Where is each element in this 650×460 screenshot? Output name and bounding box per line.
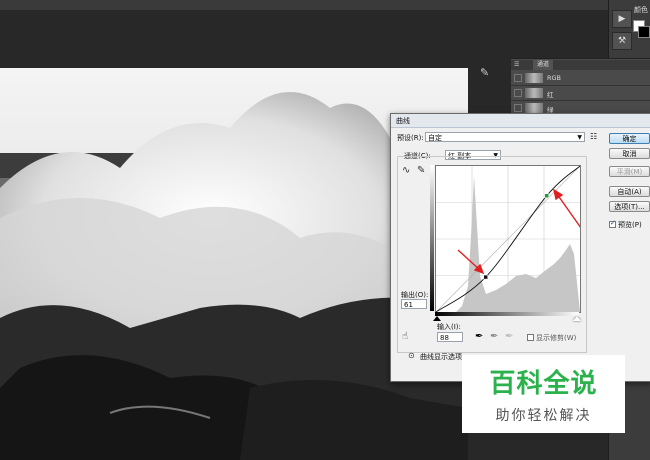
input-gradient-bar xyxy=(435,312,579,316)
watermark-subtitle: 助你轻松解决 xyxy=(495,408,592,424)
preset-label: 预设(R): xyxy=(397,134,424,142)
visibility-icon[interactable] xyxy=(514,104,522,112)
white-point-slider[interactable] xyxy=(573,316,581,321)
tool-icon[interactable]: ⚒ xyxy=(612,32,632,50)
input-field[interactable]: 88 xyxy=(437,332,463,342)
black-eyedropper-icon[interactable]: ✒ xyxy=(475,331,483,342)
expand-icon[interactable]: ⊙ xyxy=(408,351,415,360)
eyedropper-icon[interactable]: ✎ xyxy=(480,66,489,79)
channel-row-rgb[interactable]: RGB xyxy=(511,71,650,86)
black-point-slider[interactable] xyxy=(433,316,441,321)
curve-control-point[interactable] xyxy=(483,274,488,280)
background-swatch[interactable] xyxy=(638,26,650,38)
channel-label: RGB xyxy=(547,74,562,82)
visibility-icon[interactable] xyxy=(514,89,522,97)
white-eyedropper-icon[interactable]: ✒ xyxy=(505,331,513,342)
watermark-title: 百科全说 xyxy=(489,369,598,399)
options-button[interactable]: 选项(T)... xyxy=(609,201,650,212)
play-icon[interactable]: ▶ xyxy=(612,10,632,28)
dialog-title: 曲线 xyxy=(396,117,410,125)
ok-button[interactable]: 确定 xyxy=(609,133,650,144)
gray-eyedropper-icon[interactable]: ✒ xyxy=(490,331,498,342)
auto-button[interactable]: 自动(A) xyxy=(609,186,650,197)
curves-graph[interactable] xyxy=(435,165,582,313)
tab-channels[interactable]: 通道 xyxy=(533,60,553,70)
panel-menu-icon[interactable]: ☰ xyxy=(514,61,519,68)
pencil-icon[interactable]: ✎ xyxy=(417,165,425,176)
preset-value: 自定 xyxy=(428,134,442,142)
smooth-button[interactable]: 平滑(M) xyxy=(609,166,650,177)
preview-label: 预览(P) xyxy=(618,221,642,229)
channel-thumbnail xyxy=(525,103,543,113)
output-field[interactable]: 61 xyxy=(401,299,427,309)
curves-plot[interactable] xyxy=(435,165,582,313)
preset-menu-icon[interactable]: ☷ xyxy=(590,132,597,141)
color-panel-label: 颜色 xyxy=(634,6,648,14)
curve-display-options-label[interactable]: 曲线显示选项 xyxy=(420,352,462,362)
cancel-button[interactable]: 取消 xyxy=(609,148,650,159)
hand-adjust-icon[interactable]: ☝ xyxy=(402,331,408,342)
show-clipping-checkbox[interactable] xyxy=(527,334,534,341)
channel-thumbnail xyxy=(525,73,543,83)
output-gradient-bar xyxy=(430,165,434,311)
channel-label: 红 xyxy=(547,91,554,99)
show-clipping-label: 显示修剪(W) xyxy=(536,334,577,342)
channels-tabbar xyxy=(511,60,650,70)
channel-thumbnail xyxy=(525,88,543,98)
dialog-titlebar[interactable]: 曲线 xyxy=(391,114,650,128)
channel-row-red[interactable]: 红 xyxy=(511,86,650,101)
chevron-down-icon: ▼ xyxy=(577,134,582,141)
preview-checkbox[interactable] xyxy=(609,219,616,228)
curve-edit-icon[interactable]: ∿ xyxy=(402,165,410,176)
visibility-icon[interactable] xyxy=(514,74,522,82)
curve-control-point[interactable] xyxy=(544,193,549,199)
preset-select[interactable]: 自定 ▼ xyxy=(425,132,585,142)
input-label: 输入(I): xyxy=(437,323,461,331)
